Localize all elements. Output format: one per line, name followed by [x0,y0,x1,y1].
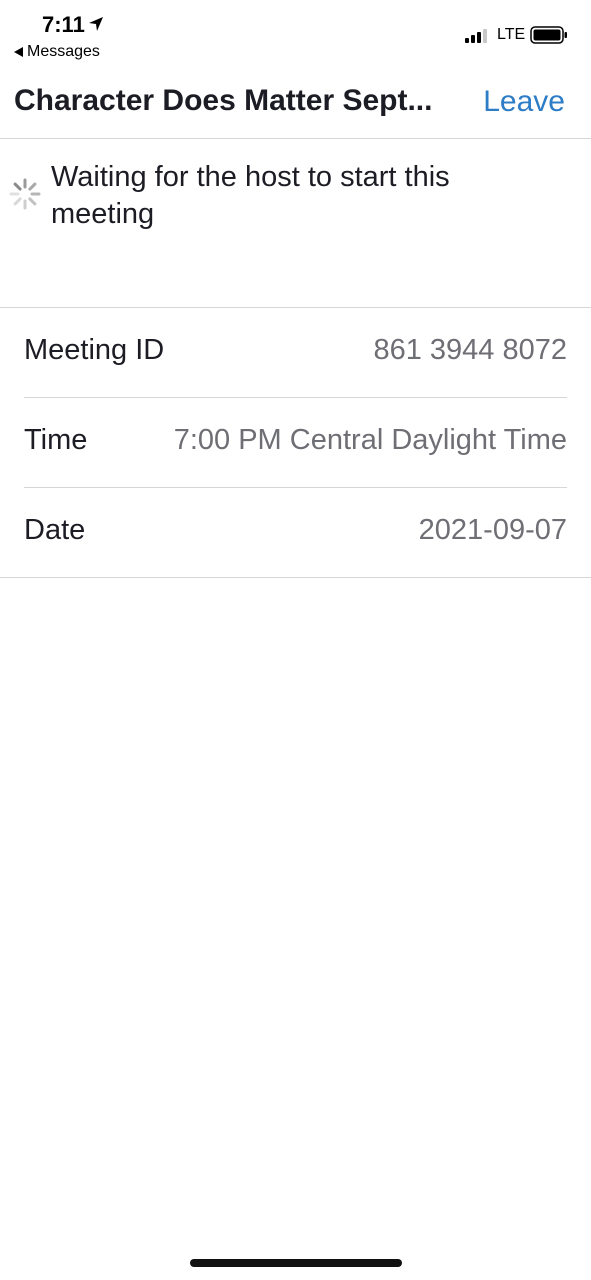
time-row: Time 7:00 PM Central Daylight Time [24,398,567,488]
time-value: 7:00 PM Central Daylight Time [173,424,567,456]
meeting-screen: 7:11 Messages LTE Character Does Matter … [0,0,591,1280]
meeting-id-label: Meeting ID [24,334,165,366]
spinner-icon [9,178,41,210]
meeting-id-row: Meeting ID 861 3944 8072 [24,308,567,398]
meeting-details-list: Meeting ID 861 3944 8072 Time 7:00 PM Ce… [0,308,591,578]
status-time: 7:11 [42,12,85,37]
status-bar: 7:11 Messages LTE [0,0,591,70]
back-to-messages-label: Messages [27,43,100,60]
date-label: Date [24,514,86,546]
navigation-bar: Character Does Matter Sept... Leave [0,70,591,139]
meeting-title: Character Does Matter Sept... [14,84,433,117]
location-arrow-icon [89,17,103,31]
time-label: Time [24,424,88,456]
cellular-signal-icon [465,29,487,43]
date-row: Date 2021-09-07 [24,488,567,577]
back-to-messages-link[interactable]: Messages [14,43,100,61]
waiting-message: Waiting for the host to start this meeti… [51,161,450,230]
waiting-banner: Waiting for the host to start this meeti… [0,139,591,308]
meeting-id-value: 861 3944 8072 [373,334,567,366]
back-arrow-icon [14,47,23,57]
date-value: 2021-09-07 [418,514,567,546]
network-type: LTE [497,26,526,43]
battery-icon [530,26,567,44]
leave-button[interactable]: Leave [483,85,565,119]
home-indicator[interactable] [190,1259,402,1267]
